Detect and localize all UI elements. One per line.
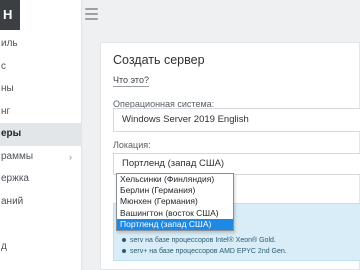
- sidebar-item-label: нг: [1, 105, 11, 117]
- page-title: Создать сервер: [113, 53, 205, 67]
- sidebar-item-servers[interactable]: еры: [0, 123, 82, 146]
- sidebar-nav: иль с ны нг еры раммы › ержка аний д: [0, 33, 82, 258]
- location-dropdown: Хельсинки (Финляндия) Берлин (Германия) …: [116, 173, 234, 231]
- create-server-card: Создать сервер Что это? Операционная сис…: [100, 42, 360, 270]
- location-option-berlin[interactable]: Берлин (Германия): [117, 185, 233, 196]
- sidebar-item-label: д: [1, 240, 7, 252]
- sidebar: H иль с ны нг еры раммы › ержка аний д: [0, 0, 82, 270]
- sidebar-item-label: иль: [1, 38, 18, 49]
- sidebar-item-label: с: [1, 60, 6, 72]
- location-option-helsinki[interactable]: Хельсинки (Финляндия): [117, 174, 233, 185]
- sidebar-item-balance[interactable]: с: [0, 56, 82, 79]
- brand-logo[interactable]: H: [0, 0, 20, 30]
- sidebar-item-exit[interactable]: д: [0, 236, 82, 259]
- logo-text: H: [3, 7, 13, 22]
- info-item: serv на базе процессоров Intel® Xeon® Go…: [122, 235, 287, 246]
- location-option-munich[interactable]: Мюнхен (Германия): [117, 196, 233, 207]
- sidebar-item-tasks[interactable]: аний: [0, 191, 82, 214]
- info-item: serv+ на базе процессоров AMD EPYC 2nd G…: [122, 246, 287, 257]
- sidebar-item-prices[interactable]: ны: [0, 78, 82, 101]
- sidebar-item-empty: [0, 213, 82, 236]
- location-option-washington[interactable]: Вашингтон (восток США): [117, 208, 233, 219]
- sidebar-item-programs[interactable]: раммы ›: [0, 146, 82, 169]
- sidebar-item-label: еры: [1, 128, 22, 139]
- bullet-icon: [122, 249, 126, 254]
- location-option-portland[interactable]: Портленд (запад США): [117, 218, 233, 230]
- bullet-icon: [122, 238, 126, 243]
- sidebar-item-label: раммы: [1, 150, 34, 162]
- location-label: Локация:: [113, 140, 151, 150]
- sidebar-item-label: аний: [1, 195, 24, 207]
- sidebar-item-profile[interactable]: иль: [0, 33, 82, 56]
- sidebar-item-label: ны: [1, 83, 14, 94]
- sidebar-item-label: ержка: [1, 173, 29, 184]
- os-select[interactable]: Windows Server 2019 English: [113, 108, 360, 132]
- what-is-this-link[interactable]: Что это?: [113, 75, 149, 87]
- hamburger-menu-icon[interactable]: [85, 8, 98, 20]
- sidebar-item-billing[interactable]: нг: [0, 101, 82, 124]
- location-select[interactable]: Портленд (запад США): [113, 153, 360, 175]
- sidebar-item-support[interactable]: ержка: [0, 168, 82, 191]
- info-list: serv на базе процессоров Intel® Xeon® Go…: [122, 235, 287, 257]
- chevron-right-icon: ›: [69, 151, 72, 162]
